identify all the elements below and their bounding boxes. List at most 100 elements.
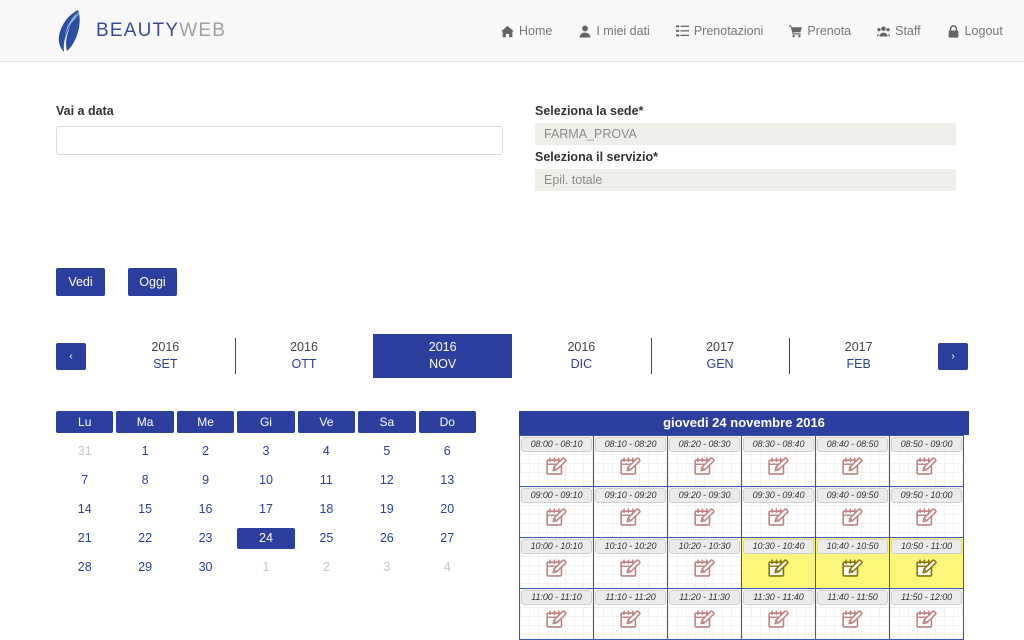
goto-date-input[interactable] (56, 126, 503, 155)
chevron-right-icon[interactable]: › (938, 342, 968, 370)
calendar-edit-icon[interactable] (816, 559, 889, 579)
sede-select[interactable]: FARMA_PROVA (535, 123, 956, 145)
calendar-edit-icon[interactable] (742, 508, 815, 528)
nav-item-logout[interactable]: Logout (934, 24, 1016, 38)
calendar-day[interactable]: 10 (237, 470, 294, 491)
month-option-2017-feb[interactable]: 2017 FEB (789, 334, 928, 378)
nav-item-prenotazioni[interactable]: Prenotazioni (663, 24, 777, 38)
calendar-day[interactable]: 18 (298, 499, 355, 520)
calendar-edit-icon[interactable] (742, 457, 815, 477)
time-slot-free[interactable]: 09:00 - 09:10 (519, 486, 594, 538)
calendar-edit-icon[interactable] (668, 610, 741, 630)
calendar-day[interactable]: 15 (116, 499, 173, 520)
calendar-day[interactable]: 3 (237, 441, 294, 462)
calendar-day[interactable]: 2 (177, 441, 234, 462)
calendar-edit-icon[interactable] (594, 559, 667, 579)
time-slot-free[interactable]: 11:20 - 11:30 (667, 588, 742, 640)
calendar-edit-icon[interactable] (742, 559, 815, 579)
time-slot-free[interactable]: 11:50 - 12:00 (889, 588, 964, 640)
calendar-day[interactable]: 12 (358, 470, 415, 491)
time-slot-free[interactable]: 09:40 - 09:50 (815, 486, 890, 538)
time-slot-free[interactable]: 10:00 - 10:10 (519, 537, 594, 589)
time-slot-free[interactable]: 09:20 - 09:30 (667, 486, 742, 538)
calendar-day[interactable]: 28 (56, 557, 113, 578)
servizio-select[interactable]: Epil. totale (535, 169, 956, 191)
time-slot-free[interactable]: 10:10 - 10:20 (593, 537, 668, 589)
calendar-edit-icon[interactable] (890, 559, 963, 579)
calendar-edit-icon[interactable] (816, 610, 889, 630)
calendar-edit-icon[interactable] (890, 508, 963, 528)
time-slot-free[interactable]: 08:20 - 08:30 (667, 435, 742, 487)
time-slot-free[interactable]: 11:40 - 11:50 (815, 588, 890, 640)
calendar-day[interactable]: 9 (177, 470, 234, 491)
calendar-weekday-me[interactable]: Me (176, 411, 235, 433)
calendar-edit-icon[interactable] (816, 457, 889, 477)
calendar-edit-icon[interactable] (890, 457, 963, 477)
calendar-day[interactable]: 26 (358, 528, 415, 549)
calendar-weekday-gi[interactable]: Gi (237, 411, 295, 433)
nav-item-prenota[interactable]: Prenota (776, 24, 864, 38)
calendar-edit-icon[interactable] (594, 508, 667, 528)
calendar-day[interactable]: 27 (419, 528, 476, 549)
time-slot-free[interactable]: 08:00 - 08:10 (519, 435, 594, 487)
time-slot-free[interactable]: 09:50 - 10:00 (889, 486, 964, 538)
time-slot-free[interactable]: 08:40 - 08:50 (815, 435, 890, 487)
calendar-day[interactable]: 16 (177, 499, 234, 520)
calendar-weekday-sa[interactable]: Sa (358, 411, 416, 433)
calendar-day[interactable]: 3 (358, 557, 415, 578)
calendar-weekday-do[interactable]: Do (418, 411, 476, 433)
calendar-day[interactable]: 11 (298, 470, 355, 491)
brand-logo-link[interactable]: BEAUTYWEB (56, 9, 226, 53)
calendar-day[interactable]: 7 (56, 470, 113, 491)
calendar-day[interactable]: 13 (419, 470, 476, 491)
calendar-day[interactable]: 20 (419, 499, 476, 520)
calendar-day[interactable]: 17 (237, 499, 294, 520)
calendar-weekday-ve[interactable]: Ve (297, 411, 356, 433)
time-slot-busy[interactable]: 10:50 - 11:00 (889, 537, 964, 589)
time-slot-free[interactable]: 08:10 - 08:20 (593, 435, 668, 487)
calendar-day[interactable]: 1 (237, 557, 294, 578)
calendar-day[interactable]: 22 (116, 528, 173, 549)
calendar-edit-icon[interactable] (668, 508, 741, 528)
calendar-edit-icon[interactable] (594, 457, 667, 477)
calendar-day[interactable]: 19 (358, 499, 415, 520)
calendar-day[interactable]: 1 (116, 441, 173, 462)
calendar-edit-icon[interactable] (520, 559, 593, 579)
calendar-day[interactable]: 25 (298, 528, 355, 549)
time-slot-free[interactable]: 11:30 - 11:40 (741, 588, 816, 640)
calendar-day[interactable]: 5 (358, 441, 415, 462)
time-slot-free[interactable]: 10:20 - 10:30 (667, 537, 742, 589)
calendar-edit-icon[interactable] (520, 610, 593, 630)
time-slot-free[interactable]: 11:00 - 11:10 (519, 588, 594, 640)
time-slot-free[interactable]: 11:10 - 11:20 (593, 588, 668, 640)
calendar-day[interactable]: 8 (116, 470, 173, 491)
calendar-edit-icon[interactable] (816, 508, 889, 528)
calendar-day[interactable]: 31 (56, 441, 113, 462)
calendar-edit-icon[interactable] (520, 508, 593, 528)
calendar-edit-icon[interactable] (594, 610, 667, 630)
time-slot-free[interactable]: 09:10 - 09:20 (593, 486, 668, 538)
calendar-day[interactable]: 30 (177, 557, 234, 578)
time-slot-busy[interactable]: 10:30 - 10:40 (741, 537, 816, 589)
calendar-day[interactable]: 23 (177, 528, 234, 549)
time-slot-free[interactable]: 08:30 - 08:40 (741, 435, 816, 487)
calendar-day[interactable]: 2 (298, 557, 355, 578)
calendar-day-selected[interactable]: 24 (237, 528, 295, 549)
calendar-day[interactable]: 6 (419, 441, 476, 462)
calendar-weekday-lu[interactable]: Lu (56, 411, 114, 433)
calendar-day[interactable]: 14 (56, 499, 113, 520)
month-option-2016-dic[interactable]: 2016 DIC (512, 334, 651, 378)
calendar-weekday-ma[interactable]: Ma (116, 411, 174, 433)
calendar-edit-icon[interactable] (890, 610, 963, 630)
month-option-2017-gen[interactable]: 2017 GEN (650, 334, 790, 378)
chevron-left-icon[interactable]: ‹ (56, 342, 86, 370)
time-slot-busy[interactable]: 10:40 - 10:50 (815, 537, 890, 589)
view-button[interactable]: Vedi (56, 268, 105, 296)
calendar-day[interactable]: 21 (56, 528, 113, 549)
month-option-2016-ott[interactable]: 2016 OTT (234, 334, 374, 378)
calendar-edit-icon[interactable] (520, 457, 593, 477)
today-button[interactable]: Oggi (128, 268, 177, 296)
nav-item-home[interactable]: Home (488, 24, 565, 38)
calendar-edit-icon[interactable] (668, 559, 741, 579)
month-option-2016-set[interactable]: 2016 SET (96, 334, 235, 378)
